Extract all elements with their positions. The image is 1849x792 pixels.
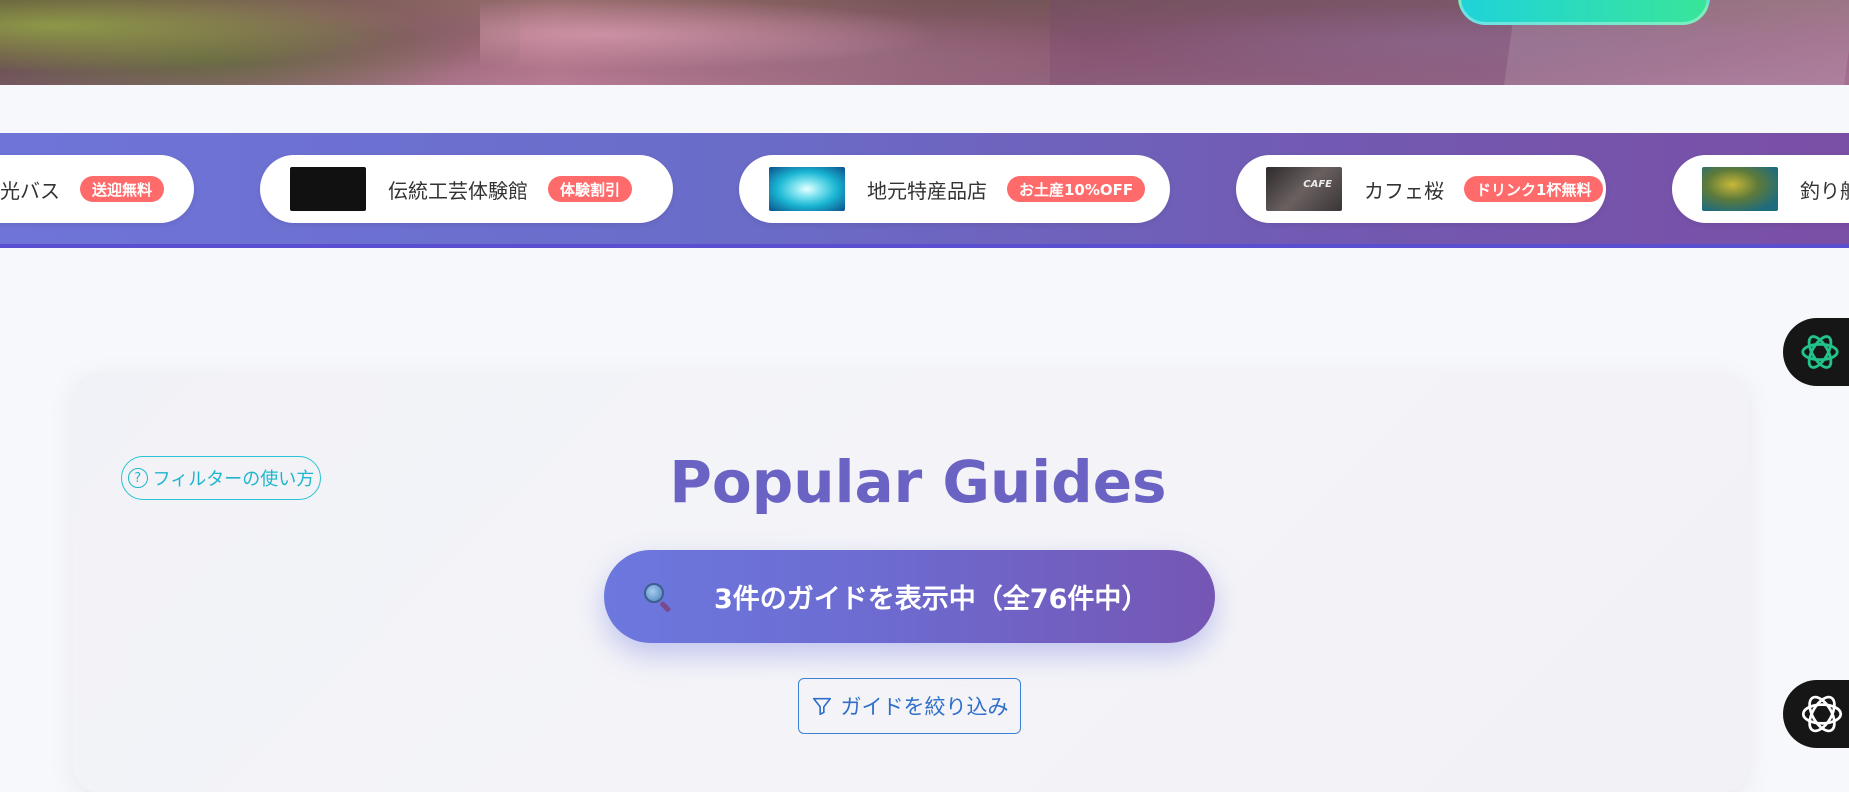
sponsor-strip: 光バス 送迎無料 伝統工芸体験館 体験割引 地元特産品店 お土産10%OFF カ… — [0, 133, 1849, 248]
ai-assistant-button[interactable] — [1783, 318, 1849, 386]
sponsor-badge: 体験割引 — [548, 176, 633, 202]
hero-rocks-image — [480, 0, 1080, 85]
openai-icon — [1801, 695, 1843, 733]
sponsor-pill[interactable]: 地元特産品店 お土産10%OFF — [739, 155, 1170, 223]
sponsor-pill[interactable]: 光バス 送迎無料 — [0, 155, 194, 223]
sponsor-thumbnail — [769, 167, 845, 211]
sponsor-pill[interactable]: 釣り船 — [1672, 155, 1849, 223]
filter-icon — [812, 697, 831, 716]
hero-banner — [0, 0, 1849, 85]
ai-knot-icon — [1801, 335, 1839, 369]
sponsor-name: 光バス — [0, 178, 60, 203]
sponsor-badge: ドリンク1杯無料 — [1464, 176, 1604, 202]
hero-foliage-image — [0, 0, 520, 85]
sponsor-thumbnail — [290, 167, 366, 211]
sponsor-thumbnail — [1266, 167, 1342, 211]
sponsor-name: 地元特産品店 — [867, 178, 987, 203]
sponsor-name: カフェ桜 — [1364, 178, 1444, 203]
sponsor-name: 伝統工芸体験館 — [388, 178, 528, 203]
result-count-banner: 3件のガイドを表示中（全76件中） — [604, 550, 1215, 643]
filter-guides-label: ガイドを絞り込み — [840, 695, 1009, 719]
sponsor-badge: お土産10%OFF — [1007, 176, 1146, 202]
sponsor-pill[interactable]: 伝統工芸体験館 体験割引 — [260, 155, 673, 223]
filter-guides-button[interactable]: ガイドを絞り込み — [798, 678, 1021, 734]
sponsor-pill[interactable]: カフェ桜 ドリンク1杯無料 — [1236, 155, 1606, 223]
openai-button[interactable] — [1783, 680, 1849, 748]
sponsor-name: 釣り船 — [1800, 178, 1849, 203]
hero-cta-button[interactable] — [1458, 0, 1710, 25]
search-icon — [640, 579, 676, 615]
result-count-text: 3件のガイドを表示中（全76件中） — [714, 584, 1149, 615]
sponsor-badge: 送迎無料 — [80, 176, 165, 202]
page-title: Popular Guides — [669, 448, 1167, 516]
sponsor-thumbnail — [1702, 167, 1778, 211]
